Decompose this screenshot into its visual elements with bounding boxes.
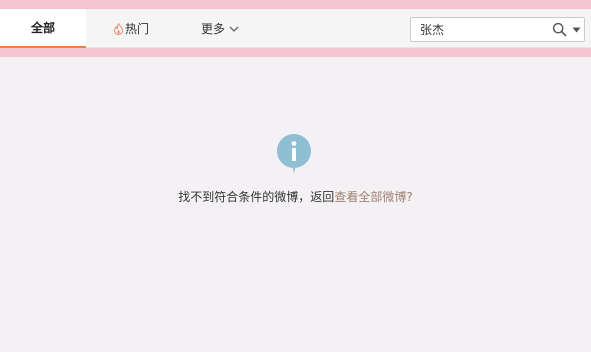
tab-hot-label: 热门 bbox=[124, 22, 149, 36]
view-all-weibo-link[interactable]: 查看全部微博? bbox=[334, 190, 412, 204]
search-dropdown-button[interactable] bbox=[569, 20, 583, 39]
tab-hot[interactable]: 热门 bbox=[106, 9, 156, 48]
info-icon bbox=[277, 134, 311, 174]
top-band bbox=[0, 0, 591, 9]
empty-state-message: 找不到符合条件的微博，返回查看全部微博? bbox=[0, 188, 591, 205]
tab-all-label: 全部 bbox=[30, 21, 55, 35]
page: 全部 热门 更多 张杰 找不到符合条件的微博，返回查看全部微博? bbox=[0, 0, 591, 352]
chevron-down-icon bbox=[229, 26, 239, 32]
tab-all[interactable]: 全部 bbox=[0, 9, 86, 48]
caret-down-icon bbox=[572, 27, 580, 32]
search-box bbox=[410, 17, 585, 42]
search-icon bbox=[552, 22, 566, 37]
tab-more-label: 更多 bbox=[200, 22, 225, 36]
tab-more[interactable]: 更多 bbox=[192, 9, 248, 48]
search-input[interactable] bbox=[415, 20, 539, 39]
divider-band bbox=[0, 48, 591, 57]
search-button[interactable] bbox=[549, 20, 569, 39]
flame-icon bbox=[113, 22, 124, 35]
empty-state-text: 找不到符合条件的微博，返回 bbox=[178, 190, 335, 204]
